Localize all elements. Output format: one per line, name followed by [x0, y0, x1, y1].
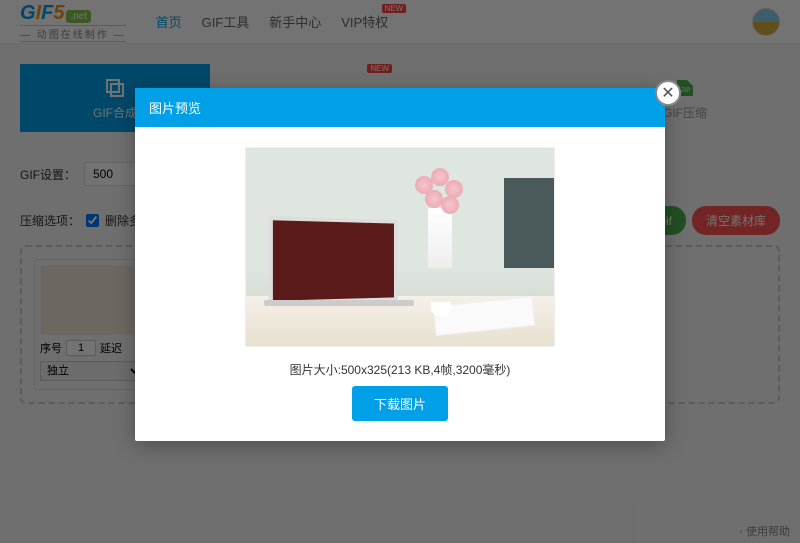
image-info: 图片大小:500x325(213 KB,4帧,3200毫秒)	[155, 361, 645, 378]
preview-image	[245, 147, 555, 347]
modal-overlay: 图片预览 ✕ 图片大小:500x325(213 KB	[0, 0, 800, 543]
close-icon[interactable]: ✕	[655, 80, 681, 106]
preview-modal: 图片预览 ✕ 图片大小:500x325(213 KB	[135, 88, 665, 441]
modal-title: 图片预览	[135, 88, 665, 127]
download-image-button[interactable]: 下载图片	[352, 386, 448, 421]
